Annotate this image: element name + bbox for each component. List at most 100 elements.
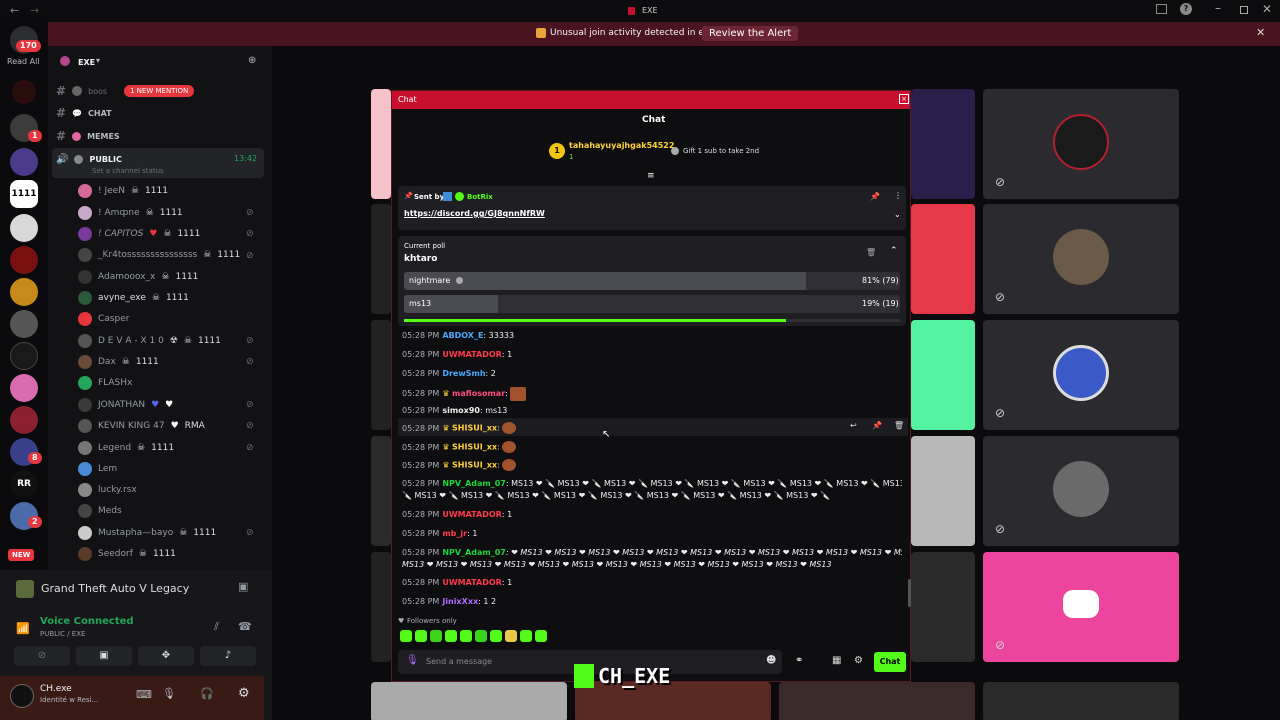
video-tile[interactable]	[911, 552, 975, 662]
video-tile[interactable]: ⊘	[983, 204, 1179, 314]
chat-message[interactable]: 05:28 PM ♛ mafiosomar:	[402, 386, 902, 402]
microphone-icon[interactable]: 🎙	[162, 687, 176, 700]
emote-icon[interactable]	[490, 630, 502, 642]
pin-message-icon[interactable]: 📌	[872, 421, 882, 430]
message-user[interactable]: SHISUI_xx	[452, 461, 497, 470]
emoji-icon[interactable]: ☻	[766, 655, 776, 666]
reply-icon[interactable]: ↩	[850, 421, 857, 430]
voice-user[interactable]: avyne_exe ☠ 1111	[78, 290, 189, 306]
video-tile[interactable]: ⊘	[983, 89, 1179, 199]
video-tile[interactable]	[371, 320, 391, 430]
video-tile[interactable]	[983, 682, 1179, 720]
video-tile[interactable]	[779, 682, 975, 720]
message-user[interactable]: JinixXxx	[442, 597, 478, 606]
chat-message[interactable]: 05:28 PM simox90: ms13	[402, 405, 902, 416]
video-tile[interactable]	[911, 436, 975, 546]
send-chat-button[interactable]: Chat	[874, 652, 906, 672]
maximize-button[interactable]	[1240, 6, 1248, 14]
chat-settings-icon[interactable]: ⚙	[854, 655, 863, 666]
collapse-icon[interactable]: ≡	[647, 171, 655, 181]
close-window-button[interactable]: ✕	[1262, 2, 1272, 16]
voice-user[interactable]: D E V A - X 1 0 ☢ ☠ 1111	[78, 333, 221, 349]
video-tile[interactable]	[371, 204, 391, 314]
voice-user[interactable]: Casper	[78, 311, 129, 327]
voice-channel[interactable]: PUBLIC / EXE	[40, 630, 85, 638]
chat-message[interactable]: 05:28 PM ABDOX_E: 33333	[402, 330, 902, 341]
close-banner-icon[interactable]: ✕	[1256, 26, 1265, 39]
close-popup-button[interactable]: ×	[899, 94, 909, 104]
voice-user[interactable]: ! CAPITOS ♥ ☠ 1111	[78, 226, 200, 242]
emote-icon[interactable]	[535, 630, 547, 642]
emote-icon[interactable]	[445, 630, 457, 642]
noise-suppress-icon[interactable]: ⫽	[214, 620, 219, 634]
pinned-sender[interactable]: BotRix	[467, 193, 493, 201]
voice-user[interactable]: Meds	[78, 503, 122, 519]
poll-option-ms13[interactable]: ms13 19% (19)	[404, 295, 900, 313]
help-icon[interactable]: ?	[1180, 3, 1192, 15]
emote-icon[interactable]	[505, 630, 517, 642]
gamepad-icon[interactable]: ⌨	[136, 688, 152, 701]
chat-message[interactable]: 05:28 PM NPV_Adam_07: MS13 ❤ 🔪 MS13 ❤ 🔪 M…	[402, 478, 902, 489]
message-user[interactable]: mb_jr	[442, 529, 467, 538]
chat-message[interactable]: 05:28 PM JinixXxx: 1 2	[402, 596, 902, 607]
chevron-down-icon[interactable]: ⌄	[894, 210, 901, 219]
voice-user[interactable]: Lem	[78, 461, 117, 477]
chat-message[interactable]: 05:28 PM UWMATADOR: 1	[402, 509, 902, 520]
voice-user[interactable]: Seedorf ☠ 1111	[78, 546, 176, 562]
chat-message[interactable]: 05:28 PM UWMATADOR: 1	[402, 577, 902, 588]
voice-user[interactable]: Mustapha—bayo ☠ 1111	[78, 525, 216, 541]
emote-icon[interactable]	[460, 630, 472, 642]
message-user[interactable]: UWMATADOR	[442, 578, 501, 587]
chat-message[interactable]: 05:28 PM DrewSmh: 2	[402, 368, 902, 379]
voice-user[interactable]: ! Amȹne ☠ 1111	[78, 205, 183, 221]
voice-user[interactable]: FLASHx	[78, 375, 132, 391]
screen-share-icon[interactable]: ▣	[238, 580, 248, 593]
chevron-up-icon[interactable]: ⌃	[890, 246, 898, 256]
video-tile[interactable]	[371, 682, 567, 720]
camera-off-button[interactable]: ⊘	[14, 646, 70, 666]
emote-icon[interactable]	[400, 630, 412, 642]
voice-user[interactable]: JONATHAN ♥ ♥	[78, 397, 173, 413]
minimize-button[interactable]: –	[1215, 1, 1221, 15]
voice-user[interactable]: _Kr4tosssssssssssssss ☠ 1111	[78, 247, 240, 263]
emote-icon[interactable]	[475, 630, 487, 642]
activities-button[interactable]: ✥	[138, 646, 194, 666]
voice-user[interactable]: Dax ☠ 1111	[78, 354, 159, 370]
gift-box-icon[interactable]: ▦	[832, 655, 841, 666]
inbox-icon[interactable]	[1156, 4, 1167, 14]
channel-points-icon[interactable]: ⚭	[795, 655, 803, 666]
message-user[interactable]: NPV_Adam_07	[442, 479, 506, 488]
video-tile[interactable]: ⊘	[983, 552, 1179, 662]
voice-user[interactable]: Adamooox_x ☠ 1111	[78, 269, 198, 285]
user-avatar[interactable]	[10, 684, 34, 708]
message-user[interactable]: mafiosomar	[452, 389, 505, 398]
chat-message[interactable]: 05:28 PM ♛ SHISUI_xx:	[402, 422, 902, 434]
chat-message[interactable]: 05:28 PM ♛ SHISUI_xx:	[402, 459, 902, 471]
delete-poll-icon[interactable]: 🗑	[866, 248, 876, 257]
video-tile[interactable]	[371, 436, 391, 546]
emote-icon[interactable]	[520, 630, 532, 642]
video-tile[interactable]	[911, 89, 975, 199]
soundboard-button[interactable]: ♪	[200, 646, 256, 666]
video-tile[interactable]	[371, 89, 391, 199]
video-tile[interactable]	[911, 320, 975, 430]
gift-prompt[interactable]: Gift 1 sub to take 2nd	[683, 147, 759, 155]
video-tile[interactable]: ⊘	[983, 320, 1179, 430]
voice-user[interactable]: lucky.rsx	[78, 482, 137, 498]
chat-message[interactable]: 05:28 PM UWMATADOR: 1	[402, 349, 902, 360]
pin-action-icon[interactable]: 📌	[870, 192, 880, 201]
emote-icon[interactable]	[415, 630, 427, 642]
message-user[interactable]: SHISUI_xx	[452, 424, 497, 433]
message-user[interactable]: SHISUI_xx	[452, 443, 497, 452]
message-user[interactable]: simox90	[442, 406, 480, 415]
more-options-icon[interactable]: ⋮	[894, 191, 902, 200]
emote-icon[interactable]	[430, 630, 442, 642]
message-user[interactable]: NPV_Adam_07	[442, 548, 506, 557]
pinned-link[interactable]: https://discord.gg/GJ8qnnNfRW	[404, 209, 545, 218]
microphone-icon[interactable]: 🎙	[406, 655, 419, 666]
delete-message-icon[interactable]: 🗑	[894, 421, 904, 430]
chat-message[interactable]: 05:28 PM NPV_Adam_07: ❤ MS13 ❤ MS13 ❤ MS1…	[402, 547, 902, 558]
video-tile[interactable]	[371, 552, 391, 662]
voice-user[interactable]: ! JeeN ☠ 1111	[78, 183, 168, 199]
disconnect-icon[interactable]: ☎	[238, 620, 252, 633]
